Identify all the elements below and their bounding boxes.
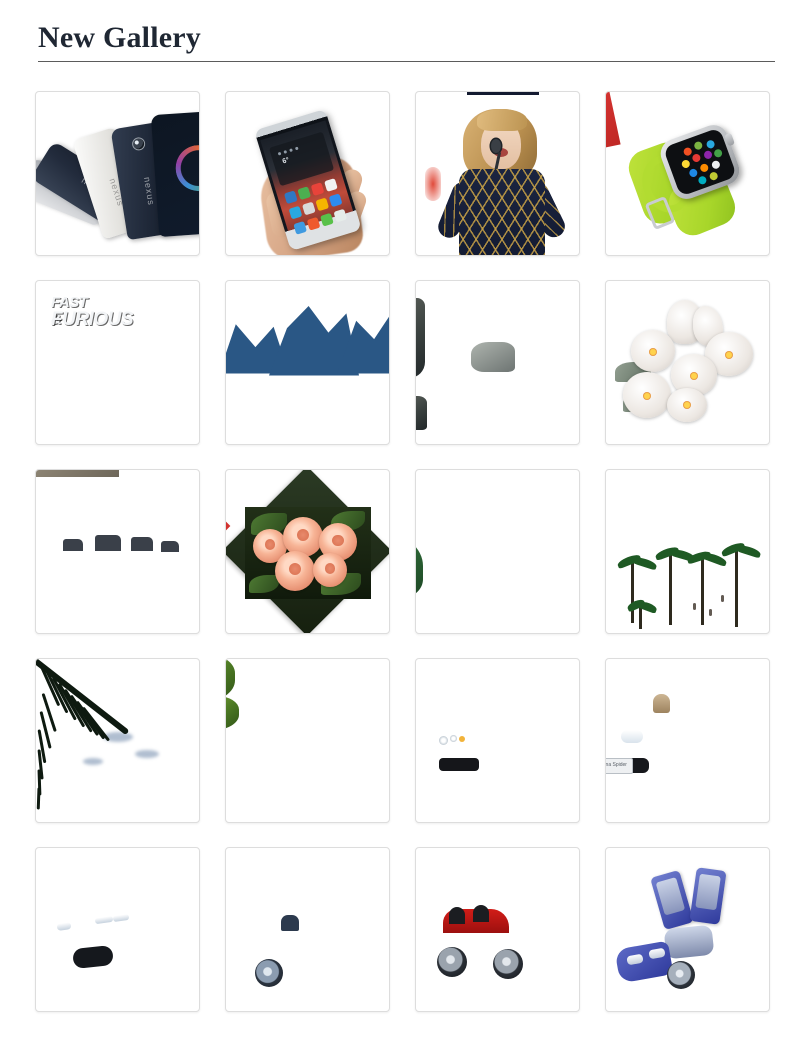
gallery-item-hand-holding-smartphone[interactable]: 6° xyxy=(225,90,390,256)
gallery-item-gray-rocky-seascape[interactable] xyxy=(35,468,200,634)
gallery-item-singer-performing[interactable] xyxy=(415,90,580,256)
gallery-item-lighthouse-rocky-coast[interactable] xyxy=(415,279,580,445)
gallery-item-red-barchetta-dark[interactable] xyxy=(415,846,580,1012)
gallery-item-leaning-palm-beach[interactable] xyxy=(225,657,390,823)
gallery-item-red-ferrari-dark[interactable]: auto wallpaper xyxy=(415,657,580,823)
gallery-item-apple-watch-green-band[interactable] xyxy=(605,90,770,256)
gallery-item-aerial-beach-palms[interactable] xyxy=(605,468,770,634)
gallery-item-blue-mountain-seascape[interactable] xyxy=(225,279,390,445)
gallery-item-peach-roses-pink-frame[interactable]: flowers wallpapers xyxy=(225,468,390,634)
gallery-item-red-ferrari-convertible[interactable]: Modena Spider dlpapers.to xyxy=(605,657,770,823)
page-title: New Gallery xyxy=(38,21,201,54)
gallery-item-nexus-phones-lineup[interactable]: nexus nexus nexus xyxy=(35,90,200,256)
gallery-item-silver-sports-car[interactable] xyxy=(35,846,200,1012)
gallery-item-white-orchids-red-hearts[interactable]: copyright images xyxy=(605,279,770,445)
gallery-page: New Gallery nexus nexus nexus xyxy=(0,0,800,1012)
page-header: New Gallery xyxy=(0,0,800,62)
gallery-item-tropical-island-palms[interactable] xyxy=(415,468,580,634)
gallery-item-turquoise-lagoon-frond[interactable] xyxy=(35,657,200,823)
gallery-grid: nexus nexus nexus xyxy=(35,62,795,1012)
gallery-item-fast-furious-7-poster[interactable]: FAST & FURIOUS 7 xyxy=(35,279,200,445)
gallery-item-blue-convertible-sunset[interactable] xyxy=(225,846,390,1012)
gallery-item-blue-bugatti-doors-up[interactable]: Windows Professional xyxy=(605,846,770,1012)
